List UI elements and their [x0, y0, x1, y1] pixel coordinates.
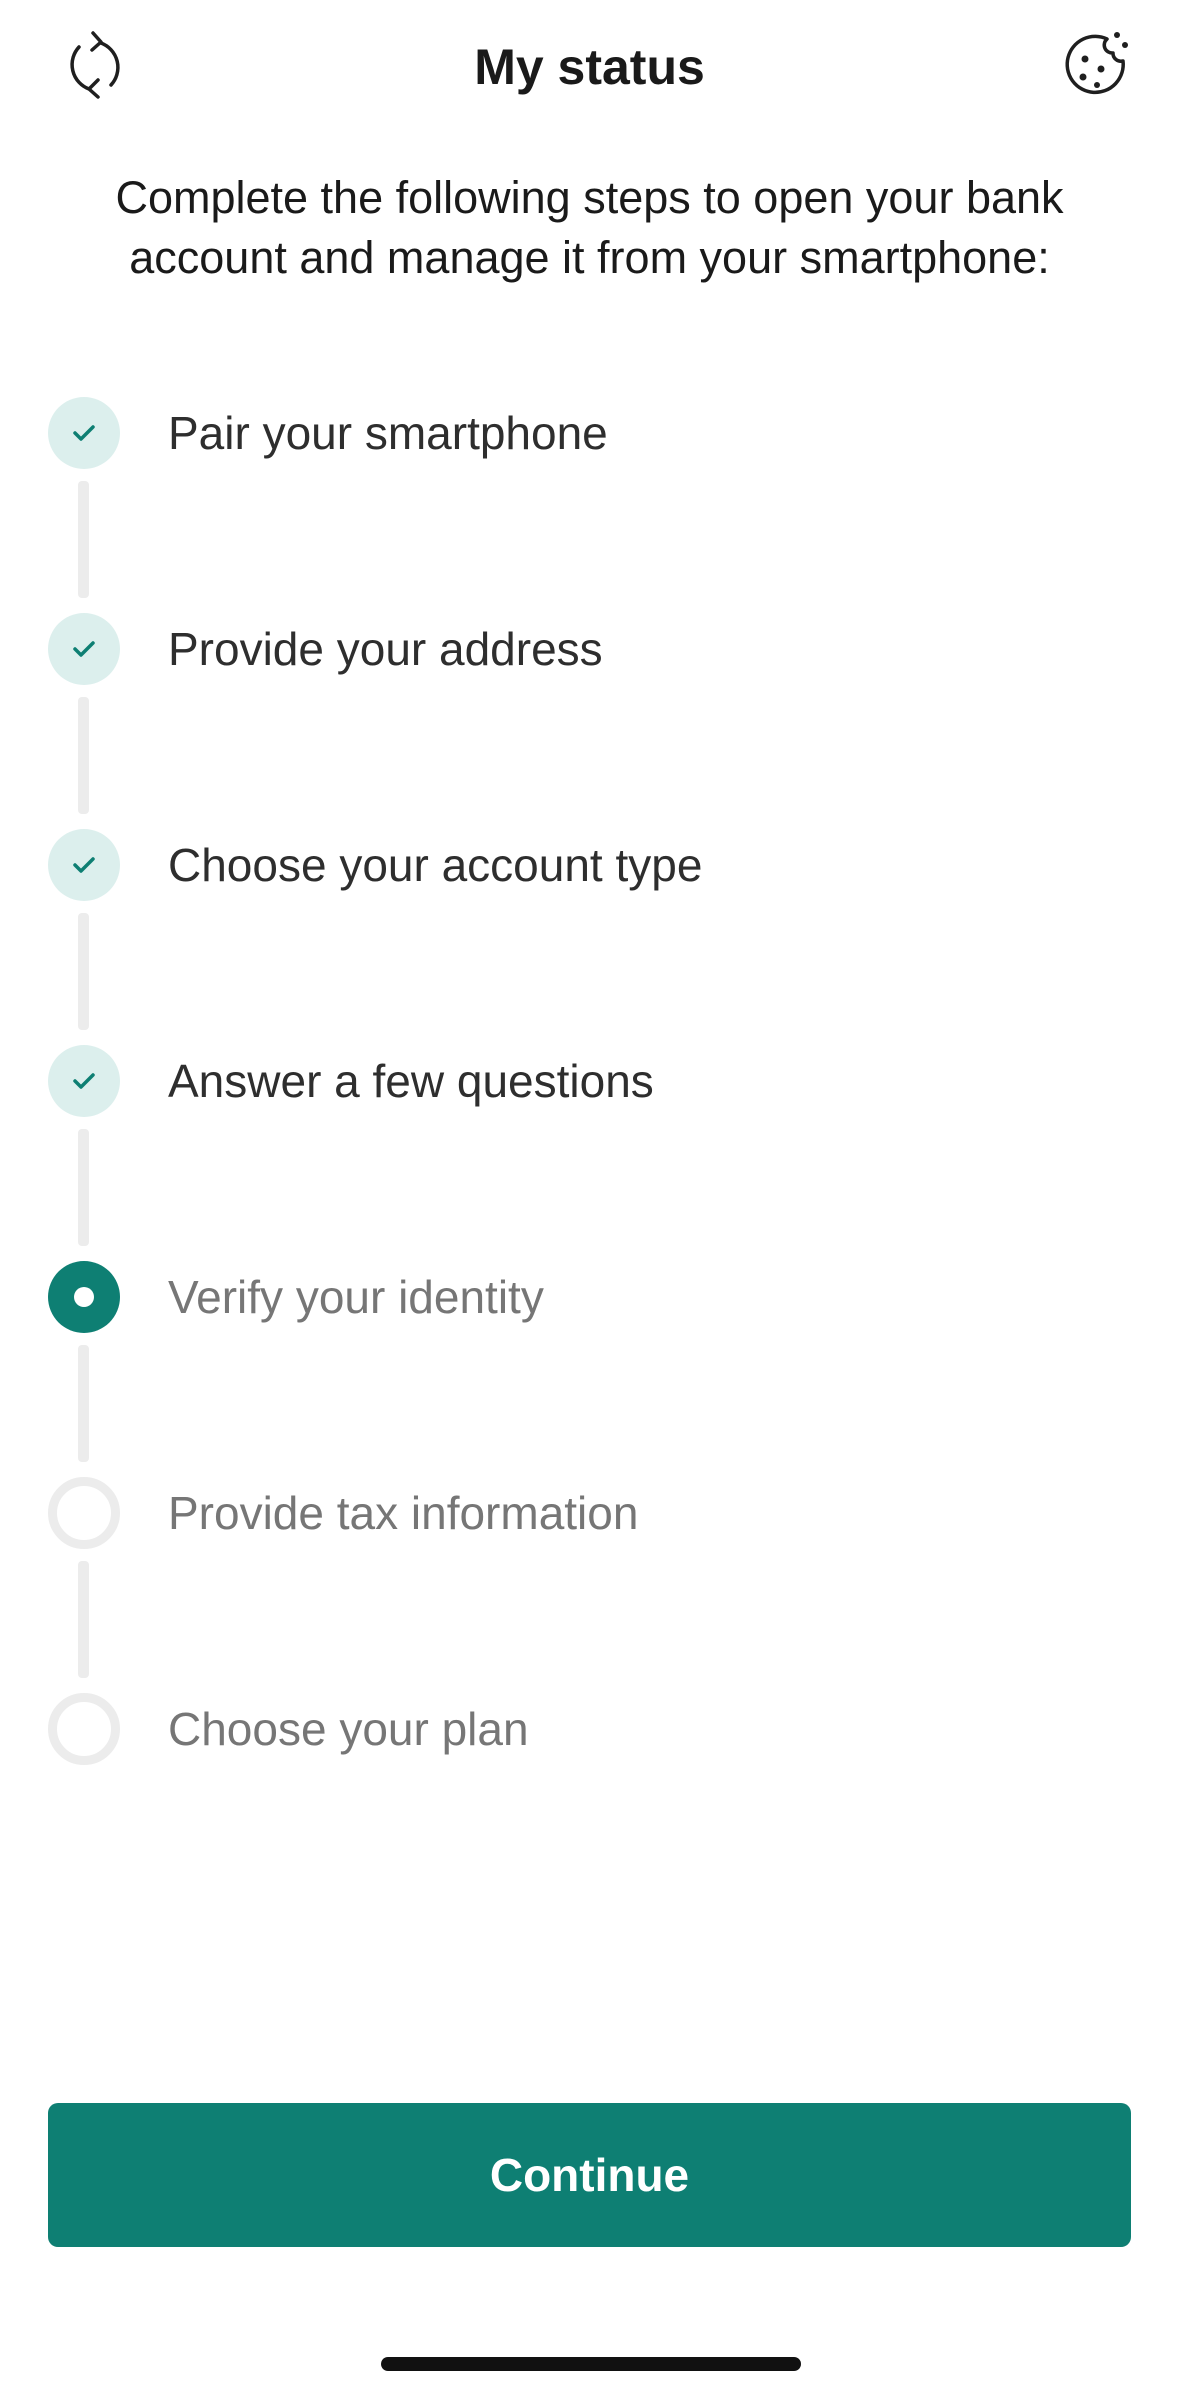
step-connector	[78, 481, 89, 598]
step-connector	[78, 1561, 89, 1678]
step-done-marker	[48, 829, 120, 901]
step-label: Pair your smartphone	[168, 407, 608, 459]
step-label: Provide your address	[168, 623, 603, 675]
step-done-marker	[48, 397, 120, 469]
step-label: Answer a few questions	[168, 1055, 654, 1107]
step-verify-identity: Verify your identity	[0, 1257, 1179, 1337]
cookie-settings-button[interactable]	[1052, 20, 1142, 110]
continue-button[interactable]: Continue	[48, 2103, 1131, 2247]
header-bar: My status	[0, 0, 1179, 135]
step-done-marker	[48, 1045, 120, 1117]
checkmark-icon	[73, 1073, 95, 1089]
step-account-type: Choose your account type	[0, 825, 1179, 905]
step-pending-marker	[48, 1693, 120, 1765]
step-label: Verify your identity	[168, 1271, 544, 1323]
step-connector	[78, 1345, 89, 1462]
step-tax-information: Provide tax information	[0, 1473, 1179, 1553]
home-indicator	[381, 2357, 801, 2371]
checkmark-icon	[73, 641, 95, 657]
step-pair-smartphone: Pair your smartphone	[0, 393, 1179, 473]
step-current-marker	[48, 1261, 120, 1333]
checkmark-icon	[73, 425, 95, 441]
step-connector	[78, 697, 89, 814]
step-connector	[78, 1129, 89, 1246]
step-label: Choose your plan	[168, 1703, 529, 1755]
intro-text: Complete the following steps to open you…	[115, 172, 1064, 283]
step-provide-address: Provide your address	[0, 609, 1179, 689]
step-pending-marker	[48, 1477, 120, 1549]
step-done-marker	[48, 613, 120, 685]
step-choose-plan: Choose your plan	[0, 1689, 1179, 1769]
step-label: Provide tax information	[168, 1487, 639, 1539]
page-title: My status	[474, 39, 705, 95]
step-answer-questions: Answer a few questions	[0, 1041, 1179, 1121]
cookie-icon	[1065, 32, 1128, 95]
current-dot-icon	[74, 1287, 94, 1307]
step-connector	[78, 913, 89, 1030]
step-label: Choose your account type	[168, 839, 703, 891]
checkmark-icon	[73, 857, 95, 873]
continue-button-label: Continue	[489, 2149, 690, 2201]
